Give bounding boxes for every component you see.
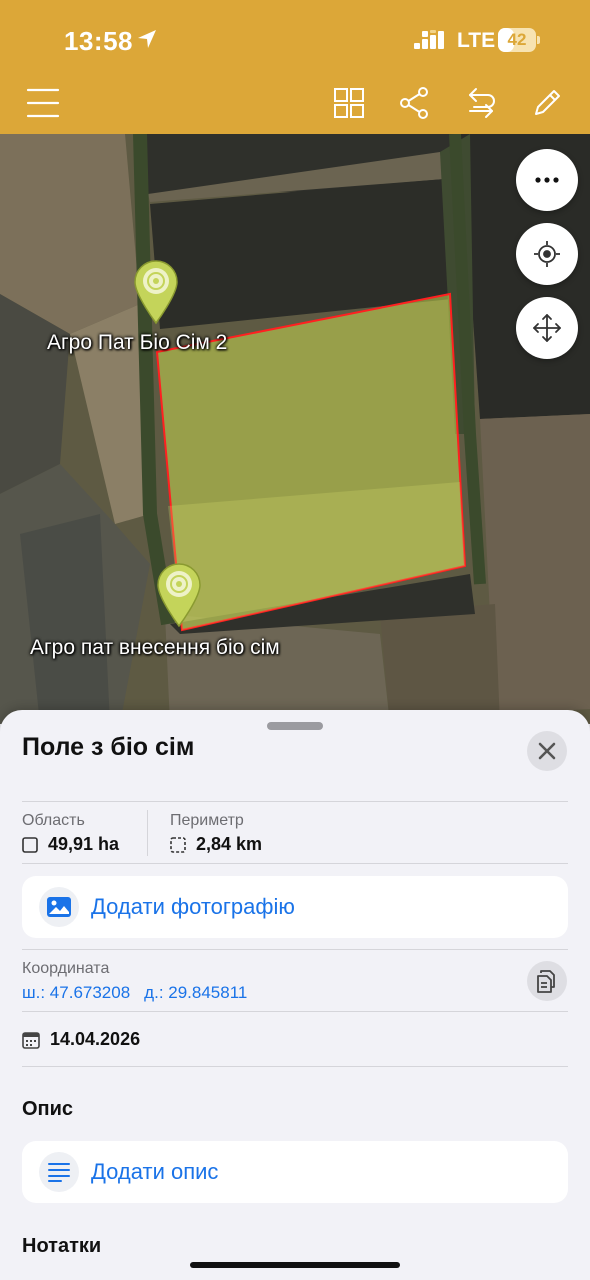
- perimeter-value: 2,84 km: [196, 834, 263, 854]
- area-value: 49,91 ha: [48, 834, 120, 854]
- add-photo-button[interactable]: Додати фотографію: [22, 876, 568, 938]
- menu-icon[interactable]: [26, 86, 60, 120]
- photo-icon-wrap: [39, 887, 79, 927]
- latitude-value[interactable]: ш.: 47.673208: [22, 983, 130, 1002]
- description-title: Опис: [22, 1098, 74, 1120]
- notes-title: Нотатки: [22, 1235, 102, 1257]
- locate-icon: [534, 241, 560, 267]
- text-lines-icon: [48, 1163, 70, 1182]
- add-description-button[interactable]: Додати опис: [22, 1141, 568, 1203]
- longitude-value[interactable]: д.: 29.845811: [144, 983, 247, 1002]
- description-icon-wrap: [39, 1152, 79, 1192]
- sheet-grabber[interactable]: [267, 722, 323, 730]
- divider: [22, 1011, 568, 1012]
- grid-icon[interactable]: [332, 86, 366, 120]
- satellite-map[interactable]: Агро Пат Біо Сім 2 Агро пат внесення біо…: [0, 134, 590, 724]
- perimeter-metric: 2,84 km: [170, 834, 262, 855]
- battery-nub: [537, 36, 540, 44]
- metric-separator: [147, 810, 148, 856]
- map-label-point-1[interactable]: Агро Пат Біо Сім 2: [47, 331, 227, 355]
- copy-button[interactable]: [527, 961, 567, 1001]
- map-pin-icon[interactable]: [133, 259, 179, 325]
- add-description-label: Додати опис: [91, 1159, 219, 1184]
- move-icon: [533, 314, 561, 342]
- top-bar: 13:58 LTE 42: [0, 0, 590, 134]
- details-sheet: Поле з біо сім Область 49,91 ha Периметр…: [0, 710, 590, 1280]
- calendar-icon: [22, 1031, 40, 1049]
- perimeter-label: Периметр: [170, 812, 244, 829]
- coordinate-label: Координата: [22, 960, 110, 977]
- more-button[interactable]: [516, 149, 578, 211]
- divider: [22, 863, 568, 864]
- edit-icon[interactable]: [530, 86, 564, 120]
- status-time: 13:58: [64, 26, 133, 56]
- battery-level: 42: [507, 30, 527, 49]
- copy-icon: [537, 970, 555, 993]
- battery-indicator: 42: [498, 28, 540, 52]
- close-button[interactable]: [527, 731, 567, 771]
- signal-icon: [414, 30, 444, 49]
- date-row[interactable]: 14.04.2026: [22, 1029, 140, 1050]
- more-icon: [535, 177, 559, 183]
- map-label-point-2[interactable]: Агро пат внесення біо сім: [30, 636, 280, 660]
- divider: [22, 1066, 568, 1067]
- location-arrow-icon: [138, 30, 156, 48]
- divider: [22, 949, 568, 950]
- swap-icon[interactable]: [464, 86, 498, 120]
- date-value: 14.04.2026: [50, 1029, 141, 1049]
- area-icon: [22, 836, 38, 853]
- add-photo-label: Додати фотографію: [91, 894, 295, 919]
- network-type: LTE: [457, 29, 496, 52]
- coordinates[interactable]: ш.: 47.673208 д.: 29.845811: [22, 983, 261, 1003]
- close-icon: [538, 742, 556, 760]
- map-pin-icon[interactable]: [156, 562, 202, 628]
- share-icon[interactable]: [397, 86, 431, 120]
- area-metric: 49,91 ha: [22, 834, 119, 855]
- photo-icon: [47, 897, 71, 917]
- move-button[interactable]: [516, 297, 578, 359]
- area-label: Область: [22, 812, 85, 829]
- home-indicator[interactable]: [190, 1262, 400, 1268]
- divider: [22, 801, 568, 802]
- sheet-title: Поле з біо сім: [22, 733, 195, 761]
- locate-button[interactable]: [516, 223, 578, 285]
- perimeter-icon: [170, 836, 186, 853]
